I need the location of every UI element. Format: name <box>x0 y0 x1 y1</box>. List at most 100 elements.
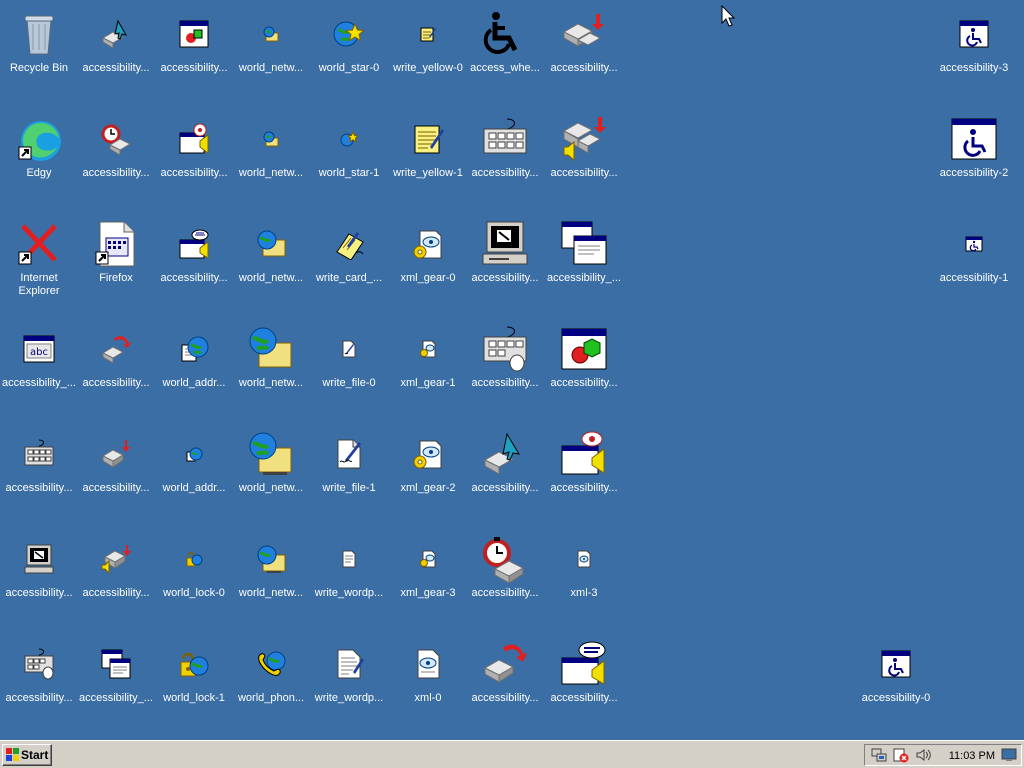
desktop-icon-world-star[interactable]: world_star-1 <box>310 109 388 205</box>
desktop-icon-accessibility-2[interactable]: accessibility-2 <box>935 109 1013 205</box>
desktop-icon-world-network[interactable]: world_netw... <box>232 424 310 520</box>
icon-label: Internet Explorer <box>18 272 60 297</box>
write-card-icon <box>333 228 365 260</box>
accessibility-speech-window-icon <box>178 228 210 260</box>
icon-label: xml_gear-0 <box>400 272 456 284</box>
desktop-icon-world-address[interactable]: world_addr... <box>155 319 233 415</box>
desktop-icon-write-yellow[interactable]: write_yellow-1 <box>389 109 467 205</box>
clock[interactable]: 11:03 PM <box>949 748 995 764</box>
network-icon[interactable] <box>871 747 887 763</box>
icon-label: accessibility... <box>550 167 618 179</box>
desktop-icon-accessibility[interactable]: accessibility... <box>545 634 623 730</box>
desktop-icon-accessibility[interactable]: accessibility... <box>466 319 544 415</box>
desktop-icon-accessibility[interactable]: accessibility_... <box>545 214 623 310</box>
world-address-book-icon <box>178 333 210 365</box>
desktop-icon-world-lock[interactable]: world_lock-0 <box>155 529 233 625</box>
accessibility-keyboard-mouse-icon <box>23 648 55 680</box>
desktop-icon-write-yellow[interactable]: write_yellow-0 <box>389 4 467 100</box>
desktop-icon-accessibility[interactable]: accessibility_... <box>77 634 155 730</box>
desktop-icon-world-network[interactable]: world_netw... <box>232 214 310 310</box>
desktop-icon-write-card[interactable]: write_card_... <box>310 214 388 310</box>
desktop-icon-xml-gear[interactable]: xml_gear-3 <box>389 529 467 625</box>
icon-label: accessibility_... <box>79 692 153 704</box>
desktop-icon-world-network[interactable]: world_netw... <box>232 4 310 100</box>
volume-icon[interactable] <box>915 747 931 763</box>
security-alert-icon[interactable] <box>893 747 909 763</box>
icon-label: world_netw... <box>238 167 304 179</box>
taskbar: Start 11:03 PM <box>0 740 1024 768</box>
desktop-icon-firefox[interactable]: Firefox <box>77 214 155 310</box>
desktop-icon-accessibility[interactable]: accessibility... <box>466 529 544 625</box>
desktop-icon-accessibility[interactable]: accessibility... <box>466 424 544 520</box>
desktop-icon-accessibility[interactable]: accessibility... <box>77 424 155 520</box>
icon-label: accessibility... <box>5 587 73 599</box>
accessibility-keyboard-icon <box>481 115 529 163</box>
desktop-icon-accessibility[interactable]: accessibility... <box>545 109 623 205</box>
desktop-icon-accessibility[interactable]: accessibility... <box>466 214 544 310</box>
desktop-icon-accessibility-1[interactable]: accessibility-1 <box>935 214 1013 310</box>
desktop-icon-write-file[interactable]: write_file-1 <box>310 424 388 520</box>
desktop-icon-edgy[interactable]: Edgy <box>0 109 78 205</box>
desktop-icon-world-phone[interactable]: world_phon... <box>232 634 310 730</box>
desktop-icon-world-network[interactable]: world_netw... <box>232 109 310 205</box>
desktop-icon-accessibility[interactable]: accessibility... <box>545 424 623 520</box>
desktop-icon-accessibility-0[interactable]: accessibility-0 <box>857 634 935 730</box>
desktop-icon-accessibility[interactable]: accessibility... <box>77 529 155 625</box>
desktop-icon-accessibility[interactable]: accessibility... <box>0 424 78 520</box>
desktop-icon-accessibility[interactable]: accessibility... <box>466 109 544 205</box>
desktop-icon-accessibility[interactable]: accessibility... <box>155 214 233 310</box>
edge-browser-icon <box>15 115 63 163</box>
start-button[interactable]: Start <box>2 744 52 766</box>
icon-label: xml_gear-1 <box>400 377 456 389</box>
desktop-icon-xml-gear[interactable]: xml_gear-0 <box>389 214 467 310</box>
desktop-icon-xml-gear[interactable]: xml_gear-2 <box>389 424 467 520</box>
desktop-icon-xml-0[interactable]: xml-0 <box>389 634 467 730</box>
desktop-icon-recycle-bin[interactable]: Recycle Bin <box>0 4 78 100</box>
desktop-icon-accessibility[interactable]: accessibility... <box>466 634 544 730</box>
desktop-icon-world-network[interactable]: world_netw... <box>232 319 310 415</box>
desktop-icon-accessibility[interactable]: accessibility... <box>545 319 623 415</box>
icon-label: xml_gear-3 <box>400 587 456 599</box>
xml-gear-icon <box>412 228 444 260</box>
desktop-icon-access-wheelchair[interactable]: access_whe... <box>466 4 544 100</box>
desktop-icon-accessibility[interactable]: accessibility... <box>155 4 233 100</box>
desktop-icon-accessibility-3[interactable]: accessibility-3 <box>935 4 1013 100</box>
wheelchair-icon <box>481 10 529 58</box>
accessibility-window-wheelchair-icon <box>880 648 912 680</box>
accessibility-window-wheelchair-icon <box>958 18 990 50</box>
icon-label: write_wordp... <box>314 692 384 704</box>
desktop-icon-world-address[interactable]: world_addr... <box>155 424 233 520</box>
desktop-icon-write-file[interactable]: write_file-0 <box>310 319 388 415</box>
icon-label: accessibility-2 <box>939 167 1009 179</box>
icon-label: world_lock-1 <box>163 692 225 704</box>
world-phone-icon <box>255 648 287 680</box>
desktop-icon-accessibility[interactable]: accessibility... <box>0 529 78 625</box>
accessibility-computer-icon <box>481 220 529 268</box>
desktop-icon-accessibility[interactable]: accessibility... <box>0 634 78 730</box>
desktop-icon-write-wordpad[interactable]: write_wordp... <box>310 634 388 730</box>
world-network-large-icon <box>247 325 295 373</box>
accessibility-keys-refresh-icon <box>100 333 132 365</box>
icon-label: accessibility... <box>82 587 150 599</box>
desktop-icon-accessibility[interactable]: accessibility... <box>77 4 155 100</box>
desktop-icon-world-network[interactable]: world_netw... <box>232 529 310 625</box>
accessibility-keys-sound-icon <box>100 543 132 575</box>
desktop-icon-accessibility[interactable]: accessibility... <box>77 109 155 205</box>
icon-label: accessibility... <box>471 482 539 494</box>
desktop-icon-internet-explorer[interactable]: Internet Explorer <box>0 214 78 310</box>
desktop-icon-write-wordpad[interactable]: write_wordp... <box>310 529 388 625</box>
desktop-icon-accessibility[interactable]: accessibility... <box>77 319 155 415</box>
desktop-icon-accessibility[interactable]: accessibility... <box>545 4 623 100</box>
icon-label: accessibility... <box>471 587 539 599</box>
desktop-icon-world-star[interactable]: world_star-0 <box>310 4 388 100</box>
desktop-icon-accessibility[interactable]: abc accessibility_... <box>0 319 78 415</box>
icon-label: world_netw... <box>238 272 304 284</box>
icon-label: accessibility... <box>82 62 150 74</box>
desktop-icon-world-lock[interactable]: world_lock-1 <box>155 634 233 730</box>
icon-label: xml-3 <box>570 587 598 599</box>
desktop-icon-xml-3[interactable]: xml-3 <box>545 529 623 625</box>
desktop-icon-accessibility[interactable]: accessibility... <box>155 109 233 205</box>
desktop-icon[interactable] <box>1001 747 1017 763</box>
system-tray: 11:03 PM <box>864 744 1022 766</box>
desktop-icon-xml-gear[interactable]: xml_gear-1 <box>389 319 467 415</box>
